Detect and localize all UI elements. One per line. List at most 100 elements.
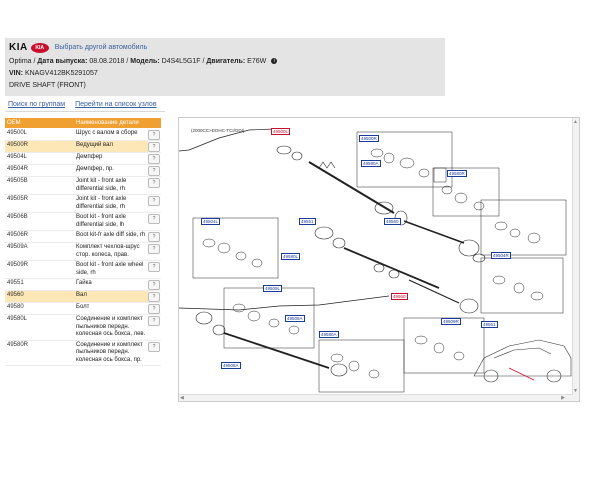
part-number: 49580R: [7, 341, 29, 348]
part-name: Болт: [76, 304, 90, 310]
lower-shaft-assembly: [195, 311, 348, 377]
callout-49509l[interactable]: 49509L: [263, 285, 283, 292]
vin-row: VIN: KNAGV412BK5291057: [9, 70, 98, 77]
table-row[interactable]: 49580L Соединение и комплект пыльников пе…: [5, 315, 161, 341]
callout-49551-lower[interactable]: 49551: [481, 321, 498, 328]
part-number: 49580L: [7, 316, 28, 322]
part-info-button[interactable]: ?: [148, 232, 160, 242]
part-info-button[interactable]: ?: [148, 341, 160, 352]
part-name: Демпфер: [76, 154, 103, 160]
callout-49560-top[interactable]: 49560: [384, 218, 401, 225]
scroll-left-icon[interactable]: ◀: [180, 395, 184, 401]
part-info-button[interactable]: ?: [148, 262, 160, 272]
part-info-button[interactable]: ?: [148, 316, 160, 326]
part-name: Boot kit-fr axle diff side, rh: [76, 232, 146, 238]
callout-49500l[interactable]: 49500L: [271, 128, 291, 135]
table-row[interactable]: 49580 Болт?: [5, 303, 161, 315]
scroll-right-icon[interactable]: ▶: [561, 395, 565, 401]
part-info-button[interactable]: ?: [148, 166, 160, 176]
table-row[interactable]: 49560 Вал?: [5, 291, 161, 303]
callout-49580a[interactable]: 49580A: [361, 160, 381, 167]
brand-name: KIA: [9, 42, 28, 53]
callout-49551-top[interactable]: 49551: [299, 218, 316, 225]
part-info-button[interactable]: ?: [148, 244, 160, 254]
right-kit-box-2: [480, 199, 567, 256]
table-row[interactable]: 49500R Ведущий вал?: [5, 141, 161, 153]
part-info-button[interactable]: ?: [148, 154, 160, 164]
section-title: DRIVE SHAFT (FRONT): [9, 82, 86, 89]
callout-49509r[interactable]: 49509R: [441, 318, 461, 325]
table-row[interactable]: 49509R Boot kit - front axle wheel side, …: [5, 261, 161, 279]
column-header-name: Наименование детали: [74, 118, 161, 128]
part-name: Joint kit - front axle differential side…: [76, 196, 127, 210]
part-info-button[interactable]: ?: [148, 304, 160, 314]
part-number: 49500R: [5, 141, 74, 152]
callout-49504l[interactable]: 49504L: [201, 218, 221, 225]
part-info-button[interactable]: ?: [148, 280, 160, 290]
callout-49505a[interactable]: 49505A: [221, 362, 241, 369]
callout-49580r[interactable]: 49580R: [447, 170, 467, 177]
table-row[interactable]: 49506R Boot kit-fr axle diff side, rh?: [5, 231, 161, 243]
part-name: Комплект чехлов-шрус стор. колеса, прав.: [76, 244, 140, 258]
engine-label: Двигатель:: [206, 58, 246, 65]
brand-row: KIA KIA Выбрать другой автомобиль: [9, 42, 147, 53]
right-kit-box-3: [480, 257, 564, 314]
date-value: 08.08.2018: [89, 58, 125, 65]
part-number: 49509A: [7, 244, 28, 250]
part-info-button[interactable]: ?: [148, 178, 160, 188]
part-number: 49505B: [7, 178, 28, 184]
info-icon[interactable]: i: [271, 58, 278, 65]
part-info-button[interactable]: ?: [148, 130, 160, 140]
callout-49560-selected[interactable]: 49560: [391, 293, 408, 300]
parts-diagram[interactable]: (2000CC>DOHC-TCI/GDI) 49500L 49500R 4958…: [178, 117, 580, 402]
callout-49500r[interactable]: 49500R: [359, 135, 379, 142]
left-shaft-assembly: [276, 145, 486, 263]
table-row[interactable]: 49505R Joint kit - front axle differentia…: [5, 195, 161, 213]
model-label: Модель:: [130, 58, 160, 65]
table-row[interactable]: 49505B Joint kit - front axle differentia…: [5, 177, 161, 195]
part-name: Соединение и комплект пыльников передн. …: [76, 341, 143, 363]
vehicle-header: KIA KIA Выбрать другой автомобиль Optima…: [5, 38, 445, 96]
scroll-down-icon[interactable]: ▼: [573, 388, 578, 394]
table-row[interactable]: 49580R Соединение и комплект пыльников пе…: [5, 341, 161, 366]
search-groups-link[interactable]: Поиск по группам: [8, 101, 65, 108]
part-name: Гайка: [76, 280, 92, 286]
table-row[interactable]: 49504L Демпфер?: [5, 153, 161, 165]
bottom-center-kit-box: [318, 339, 405, 393]
part-info-button[interactable]: ?: [148, 214, 160, 224]
parts-table-header: OEM Наименование детали: [5, 118, 161, 128]
callout-49509a[interactable]: 49509A: [285, 315, 305, 322]
table-row[interactable]: 49551 Гайка?: [5, 279, 161, 291]
annotation-line-mid: [179, 295, 390, 311]
part-info-button[interactable]: ?: [148, 292, 160, 302]
table-row[interactable]: 49504R Демпфер, пр.?: [5, 165, 161, 177]
to-nodes-link[interactable]: Перейти на список узлов: [75, 101, 156, 108]
table-row[interactable]: 49500L Шрус с валом в сборе?: [5, 129, 161, 141]
callout-49504r[interactable]: 49504R: [491, 252, 511, 259]
kia-logo: KIA: [30, 42, 49, 53]
part-number: 49509R: [7, 262, 29, 268]
table-row[interactable]: 49506B Boot kit - front axle differential…: [5, 213, 161, 231]
nav-links: Поиск по группам Перейти на список узлов: [8, 101, 165, 108]
part-number: 49560: [5, 291, 74, 302]
column-header-oem: OEM: [5, 118, 74, 128]
divider: [5, 111, 165, 112]
vehicle-info-row: Optima / Дата выпуска: 08.08.2018 / Моде…: [9, 58, 278, 65]
table-row[interactable]: 49509A Комплект чехлов-шрус стор. колеса,…: [5, 243, 161, 261]
part-info-button[interactable]: ?: [148, 142, 160, 152]
callout-49580l[interactable]: 49580L: [281, 253, 301, 260]
horizontal-scrollbar[interactable]: ◀ ▶: [179, 394, 573, 401]
change-vehicle-link[interactable]: Выбрать другой автомобиль: [55, 44, 148, 51]
scroll-up-icon[interactable]: ▲: [573, 119, 578, 125]
engine-value: E76W: [247, 58, 267, 65]
part-number: 49504R: [7, 166, 29, 172]
part-info-button[interactable]: ?: [148, 196, 160, 206]
callout-49580a-lower[interactable]: 49580A: [319, 331, 339, 338]
part-name: Boot kit - front axle wheel side, rh: [76, 262, 144, 276]
part-name: Шрус с валом в сборе: [76, 130, 138, 136]
model-name: Optima: [9, 58, 32, 65]
kia-logo-text: KIA: [35, 44, 45, 51]
vertical-scrollbar[interactable]: ▲: [572, 118, 579, 401]
part-name: Демпфер, пр.: [76, 166, 114, 172]
part-name: Соединение и комплект пыльников передн. …: [76, 316, 146, 337]
